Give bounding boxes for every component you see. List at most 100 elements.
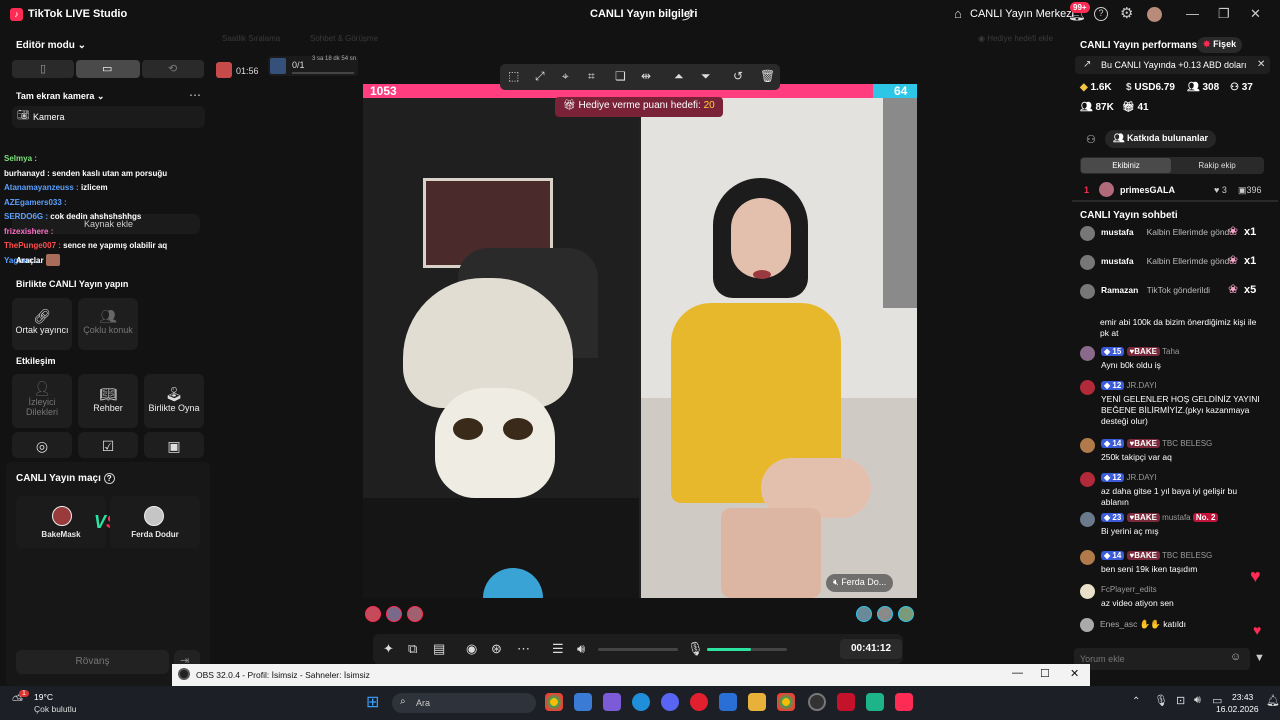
maximize-icon[interactable]: ☐ — [1040, 667, 1050, 680]
chat-username[interactable]: Taha — [1162, 347, 1179, 356]
chat-avatar[interactable] — [1080, 550, 1095, 565]
crop-icon[interactable]: ⌗ — [588, 69, 595, 84]
chat-avatar[interactable] — [1080, 512, 1095, 527]
chat-username[interactable]: TBC BELESG — [1162, 551, 1212, 560]
match-left-card[interactable]: BakeMask — [16, 496, 106, 548]
clock-date[interactable]: 16.02.2026 — [1216, 704, 1259, 714]
chat-username[interactable]: JR.DAYI — [1127, 381, 1157, 390]
settings-sliders-icon[interactable]: ☰ — [552, 641, 564, 657]
select-icon[interactable]: ⬚ — [508, 69, 519, 83]
network-icon[interactable]: ⊡ — [1176, 694, 1185, 707]
guide-tile[interactable]: 📖︎ Rehber — [78, 374, 138, 428]
minimize-icon[interactable]: — — [1012, 667, 1023, 679]
tab-our-team[interactable]: Ekibiniz — [1081, 158, 1171, 173]
comment-field[interactable] — [1080, 651, 1220, 667]
supporter-avatar[interactable] — [386, 606, 402, 622]
send-icon[interactable]: ▼ — [1254, 652, 1265, 664]
tile-partial-1[interactable]: ◎ — [12, 432, 72, 458]
top-contributor-avatar[interactable] — [1099, 182, 1114, 197]
chat-username[interactable]: TBC BELESG — [1162, 439, 1212, 448]
magic-wand-icon[interactable]: ✦ — [383, 641, 394, 657]
duplicate-icon[interactable]: ❏ — [615, 69, 626, 83]
right-video[interactable] — [641, 98, 917, 598]
match-right-card[interactable]: Ferda Dodur — [110, 496, 200, 548]
chat-username[interactable]: mustafa — [1162, 513, 1190, 522]
volume-icon[interactable]: 🔊︎ — [1194, 694, 1201, 707]
chat-username[interactable]: JR.DAYI — [1127, 473, 1157, 482]
chat-avatar[interactable] — [1080, 346, 1095, 361]
obs-window-bar[interactable]: OBS 32.0.4 - Profil: İsimsiz - Sahneler:… — [172, 664, 1090, 686]
close-icon[interactable]: ✕ — [1250, 6, 1261, 22]
mode-rotate-button[interactable]: ⟲ — [142, 60, 204, 78]
chevron-up-icon[interactable]: ⌃ — [1132, 696, 1140, 707]
game-icon[interactable] — [866, 693, 884, 711]
more-icon[interactable]: ⋯ — [189, 88, 201, 102]
chrome-icon[interactable] — [777, 693, 795, 711]
viewer-wishes-tile[interactable]: 👤︎ İzleyici Dilekleri — [12, 374, 72, 428]
tile-partial-2[interactable]: ☑ — [78, 432, 138, 458]
camera-section-title[interactable]: Tam ekran kamera ⌄ — [16, 91, 104, 102]
gift-sender[interactable]: mustafa — [1101, 256, 1134, 266]
multi-guest-tile[interactable]: 👥︎ Çoklu konuk — [78, 298, 138, 350]
left-video[interactable] — [363, 98, 639, 598]
fisek-badge[interactable]: ✸ Fişek — [1197, 37, 1243, 53]
center-icon[interactable]: ⌖ — [562, 69, 569, 84]
comment-input[interactable]: ☺ — [1074, 648, 1250, 670]
clock-time[interactable]: 23:43 — [1232, 692, 1253, 702]
chat-avatar[interactable] — [1080, 438, 1095, 453]
mail-icon[interactable] — [719, 693, 737, 711]
close-icon[interactable]: ✕ — [1070, 667, 1079, 680]
chat-username[interactable]: FcPlayerr_edits — [1101, 585, 1157, 594]
mic-icon[interactable]: 🎙︎ — [687, 641, 704, 657]
emoji-icon[interactable]: ☺ — [1230, 651, 1241, 663]
cohost-tile[interactable]: 🔗︎ Ortak yayıncı — [12, 298, 72, 350]
edge-icon[interactable] — [632, 693, 650, 711]
layer-up-icon[interactable]: ⏶ — [674, 69, 684, 84]
quest-widget[interactable]: 0/1 3 sa 18 dk 54 sn — [268, 56, 358, 76]
opera-icon[interactable] — [690, 693, 708, 711]
play-together-tile[interactable]: 🕹︎ Birlikte Oyna — [144, 374, 204, 428]
mode-landscape-button[interactable]: ▭ — [76, 60, 140, 78]
undo-icon[interactable]: ↺ — [733, 69, 743, 83]
volume-slider[interactable] — [598, 648, 678, 651]
layer-down-icon[interactable]: ⏷ — [701, 69, 711, 84]
gift-sender[interactable]: mustafa — [1101, 227, 1134, 237]
contributors-button[interactable]: 👥︎ Katkıda bulunanlar — [1105, 130, 1216, 148]
more-icon[interactable]: ⋯ — [517, 641, 530, 657]
chat-avatar[interactable] — [1080, 380, 1095, 395]
supporter-avatar[interactable] — [365, 606, 381, 622]
speaker-icon[interactable]: 🔊︎ — [577, 641, 585, 657]
mic-tray-icon[interactable]: 🎙︎ — [1154, 694, 1168, 707]
windows-start-icon[interactable]: ⊞ — [366, 692, 379, 712]
media-player-icon[interactable] — [837, 693, 855, 711]
screen-icon[interactable]: ▤ — [433, 641, 445, 657]
share-icon[interactable]: ⤴ — [682, 6, 694, 23]
close-icon[interactable]: ✕ — [1257, 59, 1265, 70]
editor-mode-label[interactable]: Editör modu ⌄ — [16, 40, 86, 51]
tile-partial-3[interactable]: ▣ — [144, 432, 204, 458]
trash-icon[interactable]: 🗑︎ — [760, 69, 775, 83]
avatar[interactable] — [1147, 7, 1162, 22]
record-icon[interactable]: ◉ — [466, 641, 477, 657]
expand-icon[interactable]: ⤢ — [535, 69, 545, 84]
rematch-button[interactable]: Rövanş — [16, 650, 169, 674]
help-icon[interactable]: ? — [103, 473, 115, 484]
add-media-icon[interactable]: ⧉ — [408, 641, 417, 657]
store-icon[interactable] — [574, 693, 592, 711]
teams-icon[interactable] — [603, 693, 621, 711]
tools-label[interactable]: Araçlar — [16, 256, 44, 265]
supporter-avatar[interactable] — [877, 606, 893, 622]
supporter-avatar[interactable] — [407, 606, 423, 622]
broadcast-icon[interactable]: ⊛ — [491, 641, 502, 657]
obs-taskbar-icon[interactable] — [808, 693, 826, 711]
gear-icon[interactable]: ⚙ — [1120, 4, 1133, 22]
supporter-avatar[interactable] — [856, 606, 872, 622]
minimize-icon[interactable]: — — [1186, 6, 1199, 21]
mic-level-track[interactable] — [707, 648, 787, 651]
tab-rival-team[interactable]: Rakip ekip — [1172, 158, 1262, 173]
help-icon[interactable]: ? — [1094, 7, 1108, 21]
supporter-avatar[interactable] — [898, 606, 914, 622]
folder-icon[interactable] — [748, 693, 766, 711]
live-center-link[interactable]: CANLI Yayın Merkezi — [970, 8, 1074, 20]
flip-icon[interactable]: ⇹ — [641, 69, 651, 83]
